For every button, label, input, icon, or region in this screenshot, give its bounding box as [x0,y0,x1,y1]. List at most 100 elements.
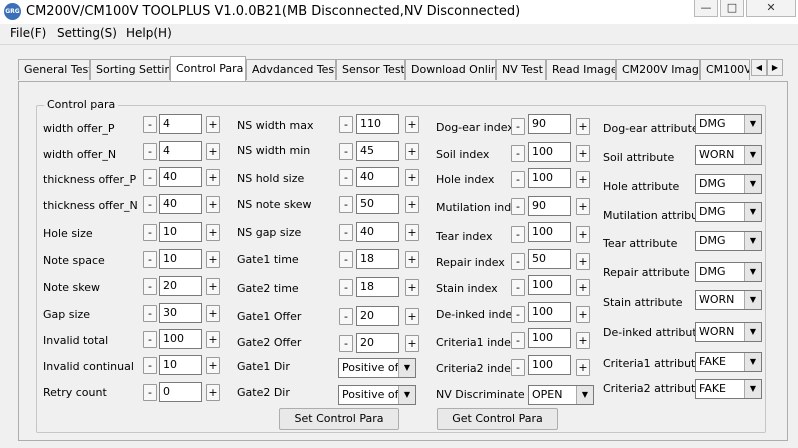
tab-scroll-right-icon[interactable]: ▶ [767,59,783,76]
increment-button[interactable]: + [206,169,220,186]
decrement-button[interactable]: - [143,357,157,374]
tab-read-image[interactable]: Read Image [546,59,616,80]
increment-button[interactable]: + [206,384,220,401]
attribute-select[interactable]: FAKE ▼ [695,379,762,399]
increment-button[interactable]: + [206,278,220,295]
menu-help[interactable]: Help(H) [126,26,172,40]
increment-button[interactable]: + [576,118,590,135]
value-field[interactable]: 40 [159,167,202,187]
decrement-button[interactable]: - [339,251,353,268]
decrement-button[interactable]: - [143,169,157,186]
value-field[interactable]: 100 [528,168,571,188]
decrement-button[interactable]: - [143,278,157,295]
tab-sensor-test[interactable]: Sensor Test [336,59,405,80]
decrement-button[interactable]: - [511,332,525,349]
value-field[interactable]: 100 [528,355,571,375]
increment-button[interactable]: + [405,251,419,268]
increment-button[interactable]: + [206,357,220,374]
increment-button[interactable]: + [206,305,220,322]
value-field[interactable]: 100 [528,328,571,348]
decrement-button[interactable]: - [511,359,525,376]
tab-download-online[interactable]: Download Online [405,59,496,80]
value-field[interactable]: 40 [356,167,399,187]
nv-discriminate-select[interactable]: OPEN ▼ [528,385,594,405]
tab-nv-test[interactable]: NV Test [496,59,546,80]
tab-cm100v-image[interactable]: CM100V I [700,59,750,80]
decrement-button[interactable]: - [143,331,157,348]
gate1-dir-select[interactable]: Positive offe ▼ [338,358,416,378]
value-field[interactable]: 20 [356,306,399,326]
value-field[interactable]: 30 [159,303,202,323]
attribute-select[interactable]: DMG ▼ [695,262,762,282]
increment-button[interactable]: + [576,226,590,243]
decrement-button[interactable]: - [511,306,525,323]
decrement-button[interactable]: - [339,308,353,325]
value-field[interactable]: 90 [528,196,571,216]
decrement-button[interactable]: - [143,196,157,213]
value-field[interactable]: 50 [356,194,399,214]
decrement-button[interactable]: - [143,143,157,160]
value-field[interactable]: 10 [159,249,202,269]
decrement-button[interactable]: - [511,118,525,135]
increment-button[interactable]: + [405,224,419,241]
decrement-button[interactable]: - [143,384,157,401]
increment-button[interactable]: + [206,224,220,241]
attribute-select[interactable]: DMG ▼ [695,202,762,222]
tab-general-test[interactable]: General Test [18,59,90,80]
value-field[interactable]: 45 [356,141,399,161]
attribute-select[interactable]: WORN ▼ [695,290,762,310]
increment-button[interactable]: + [405,335,419,352]
value-field[interactable]: 0 [159,382,202,402]
increment-button[interactable]: + [405,196,419,213]
increment-button[interactable]: + [576,279,590,296]
decrement-button[interactable]: - [339,116,353,133]
attribute-select[interactable]: DMG ▼ [695,114,762,134]
value-field[interactable]: 40 [356,222,399,242]
decrement-button[interactable]: - [143,251,157,268]
increment-button[interactable]: + [576,198,590,215]
increment-button[interactable]: + [576,359,590,376]
decrement-button[interactable]: - [511,279,525,296]
menu-file[interactable]: File(F) [10,26,46,40]
close-button[interactable]: ✕ [746,0,796,17]
value-field[interactable]: 20 [356,333,399,353]
increment-button[interactable]: + [405,116,419,133]
attribute-select[interactable]: DMG ▼ [695,174,762,194]
value-field[interactable]: 4 [159,141,202,161]
value-field[interactable]: 4 [159,114,202,134]
increment-button[interactable]: + [405,279,419,296]
increment-button[interactable]: + [206,116,220,133]
decrement-button[interactable]: - [339,196,353,213]
decrement-button[interactable]: - [511,253,525,270]
increment-button[interactable]: + [576,306,590,323]
decrement-button[interactable]: - [339,279,353,296]
value-field[interactable]: 18 [356,249,399,269]
increment-button[interactable]: + [206,251,220,268]
decrement-button[interactable]: - [339,169,353,186]
attribute-select[interactable]: DMG ▼ [695,231,762,251]
decrement-button[interactable]: - [143,305,157,322]
attribute-select[interactable]: FAKE ▼ [695,352,762,372]
value-field[interactable]: 10 [159,222,202,242]
decrement-button[interactable]: - [511,145,525,162]
value-field[interactable]: 90 [528,114,571,134]
decrement-button[interactable]: - [511,171,525,188]
decrement-button[interactable]: - [339,335,353,352]
gate2-dir-select[interactable]: Positive offe ▼ [338,385,416,405]
decrement-button[interactable]: - [511,198,525,215]
tab-cm200v-image[interactable]: CM200V Image [616,59,700,80]
value-field[interactable]: 20 [159,276,202,296]
minimize-button[interactable]: — [694,0,718,17]
increment-button[interactable]: + [405,169,419,186]
value-field[interactable]: 10 [159,355,202,375]
attribute-select[interactable]: WORN ▼ [695,145,762,165]
get-control-para-button[interactable]: Get Control Para [437,408,558,430]
value-field[interactable]: 100 [528,275,571,295]
value-field[interactable]: 100 [528,302,571,322]
value-field[interactable]: 110 [356,114,399,134]
decrement-button[interactable]: - [511,226,525,243]
menu-setting[interactable]: Setting(S) [57,26,117,40]
value-field[interactable]: 100 [159,329,202,349]
increment-button[interactable]: + [206,196,220,213]
increment-button[interactable]: + [206,143,220,160]
